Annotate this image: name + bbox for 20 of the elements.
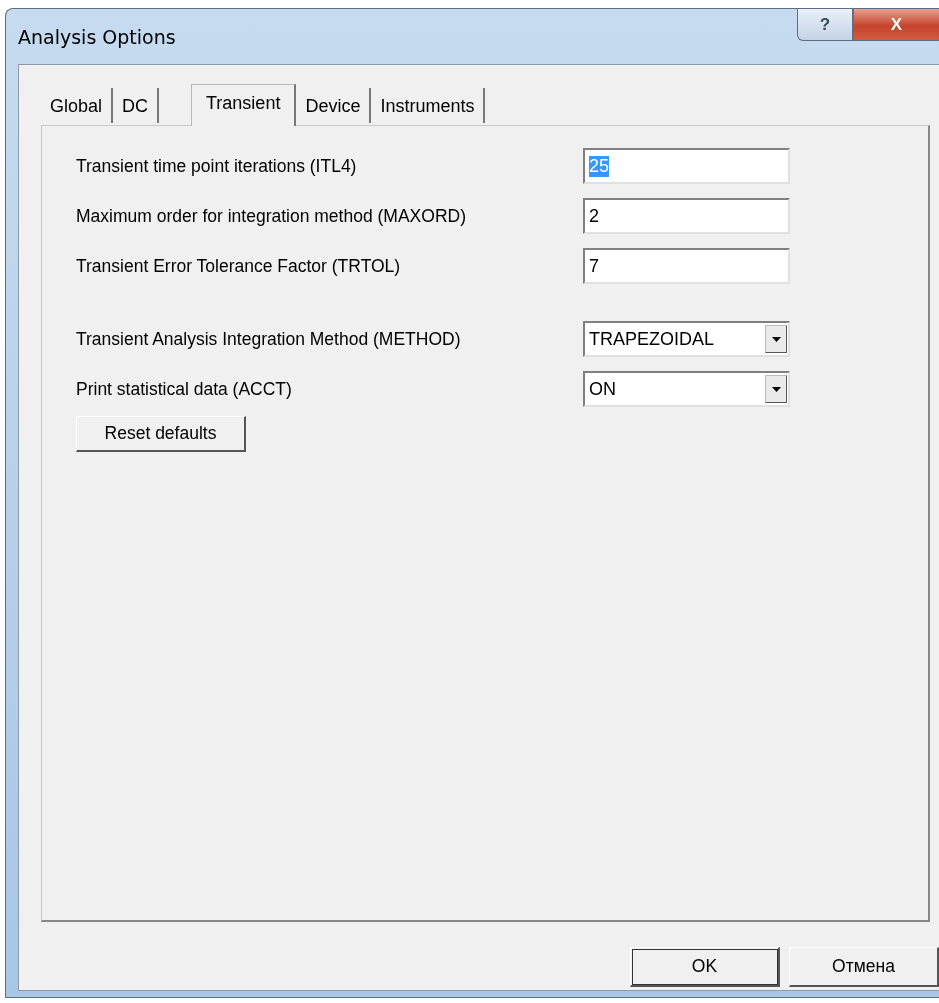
input-field[interactable]: 2 [583,198,790,234]
dropdown[interactable]: TRAPEZOIDAL [583,321,790,357]
tab[interactable]: Device [296,88,372,123]
close-button[interactable]: X [853,9,939,41]
window-title: Analysis Options [18,25,176,48]
tab[interactable]: Global [41,88,114,123]
tab[interactable]: Transient [191,84,297,126]
tab[interactable]: Instruments [371,88,486,123]
reset-defaults-button[interactable]: Reset defaults [76,416,246,452]
ok-button[interactable]: OK [630,947,780,987]
help-button[interactable]: ? [797,9,853,41]
field-label: Transient time point iterations (ITL4) [76,155,358,177]
tab[interactable]: DC [113,88,160,123]
input-field[interactable]: 7 [583,248,790,284]
field-label: Maximum order for integration method (MAXORD) [76,205,467,227]
dropdown[interactable]: ON [583,371,790,407]
cancel-button[interactable]: Отмена [789,947,939,987]
field-label: Transient Analysis Integration Method (METHOD) [76,328,462,350]
field-label: Transient Error Tolerance Factor (TRTOL) [76,255,402,277]
field-label: Print statistical data (ACCT) [76,378,293,400]
